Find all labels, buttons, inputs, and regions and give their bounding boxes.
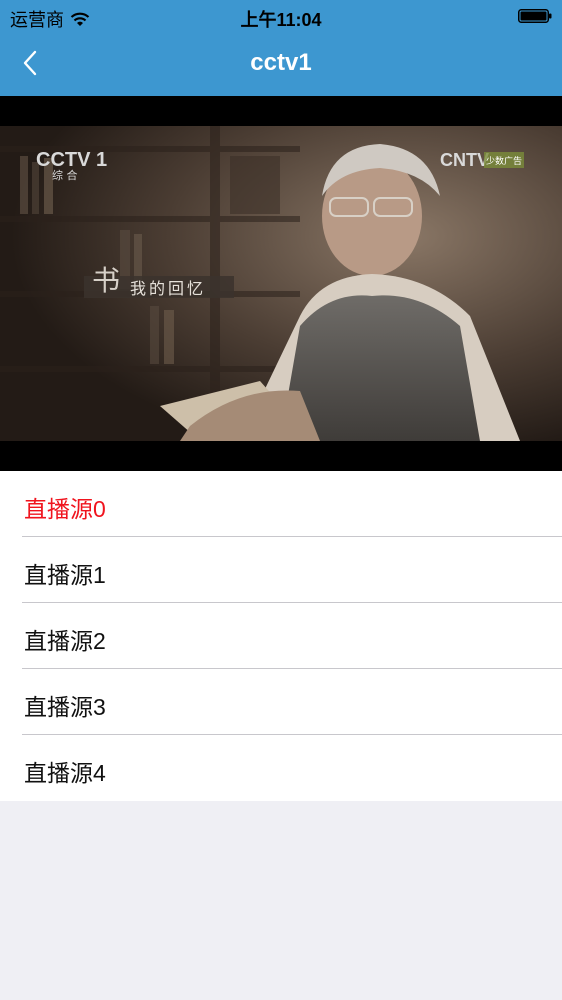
source-item-3[interactable]: 直播源3 [0,669,562,735]
program-glyph: 书 [92,264,120,297]
source-item-2[interactable]: 直播源2 [0,603,562,669]
video-still: CCTV 1 综 合 CNTV 少数广告 书 我的回忆 [0,126,562,441]
status-bar: 运营商 上午11:04 [0,0,562,32]
source-label: 直播源3 [24,694,106,720]
page-title: cctv1 [250,49,312,76]
video-player[interactable]: CCTV 1 综 合 CNTV 少数广告 书 我的回忆 [0,96,562,471]
corner-logo: CNTV [440,150,489,170]
video-frame: CCTV 1 综 合 CNTV 少数广告 书 我的回忆 [0,126,562,441]
source-item-0[interactable]: 直播源0 [0,471,562,537]
source-label: 直播源0 [24,496,106,522]
status-time: 上午11:04 [240,10,322,30]
channel-logo: CCTV 1 [36,149,107,171]
source-item-4[interactable]: 直播源4 [0,735,562,801]
source-label: 直播源1 [24,562,106,588]
source-label: 直播源2 [24,628,106,654]
source-item-1[interactable]: 直播源1 [0,537,562,603]
corner-logo-tag: 少数广告 [486,155,522,167]
source-label: 直播源4 [24,760,106,786]
program-title: 我的回忆 [130,279,206,298]
source-list: 直播源0 直播源1 直播源2 直播源3 直播源4 [0,471,562,801]
nav-bar: cctv1 [0,32,562,96]
app-header: 运营商 上午11:04 cctv1 [0,0,562,96]
battery-icon [518,9,552,23]
channel-sub: 综 合 [52,168,78,182]
